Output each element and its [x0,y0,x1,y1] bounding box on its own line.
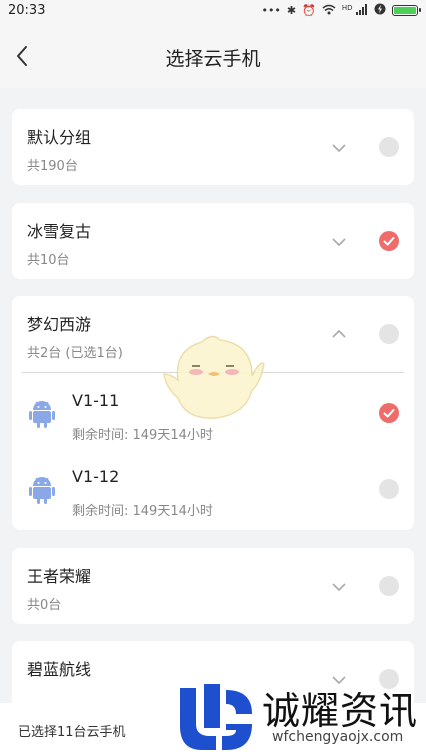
mascot-illustration [163,335,265,419]
group-count: 共190台 [27,159,78,174]
alarm-icon: ⏰ [302,4,316,17]
status-bar: 20:33 ••• ✱ ⏰ HD [0,0,426,24]
check-icon [383,409,395,418]
watermark-url: wfchengyaojx.com [272,729,404,745]
watermark-brand: 诚耀资讯 [262,689,419,733]
watermark-logo [180,684,252,750]
check-icon [383,237,395,246]
group-name: 碧蓝航线 [27,660,92,679]
group-card-bingxue[interactable]: 冰雪复古 共10台 [12,203,414,279]
chevron-up-icon[interactable] [330,328,348,340]
group-count: 共2台 (已选1台) [27,346,123,361]
group-select-radio[interactable] [379,137,399,157]
group-select-radio-checked[interactable] [379,231,399,251]
battery-icon [392,5,421,16]
wifi-icon [322,4,336,18]
group-card-default[interactable]: 默认分组 共190台 [12,109,414,185]
status-time: 20:33 [8,3,46,18]
bluetooth-icon: ✱ [286,4,297,17]
header: 选择云手机 [0,24,426,88]
chevron-down-icon[interactable] [330,236,348,248]
more-dots-icon: ••• [261,4,281,17]
group-count: 共10台 [27,253,70,268]
device-name: V1-11 [72,391,120,410]
group-card-wangzhe[interactable]: 王者荣耀 共0台 [12,548,414,624]
device-name: V1-12 [72,467,120,486]
device-remaining-time: 剩余时间: 149天14小时 [72,428,213,443]
group-name: 默认分组 [27,128,92,147]
device-select-radio[interactable] [379,479,399,499]
android-icon [29,477,55,504]
selected-count-text: 已选择11台云手机 [18,725,126,740]
status-icons: ••• ✱ ⏰ HD [261,3,421,18]
chevron-down-icon[interactable] [330,581,348,593]
page-title: 选择云手机 [165,48,261,70]
group-name: 梦幻西游 [27,315,92,334]
group-select-radio[interactable] [379,576,399,596]
group-count: 共0台 [27,598,62,613]
signal-icon: HD [341,3,368,18]
android-icon [29,401,55,428]
group-name: 冰雪复古 [27,222,92,241]
device-remaining-time: 剩余时间: 149天14小时 [72,504,213,519]
chevron-down-icon[interactable] [330,142,348,154]
device-select-radio-checked[interactable] [379,403,399,423]
group-select-radio[interactable] [379,324,399,344]
signal-label: HD [341,3,353,12]
group-name: 王者荣耀 [27,567,92,586]
device-row[interactable]: V1-12 剩余时间: 149天14小时 [12,451,414,529]
charging-icon [374,3,386,18]
